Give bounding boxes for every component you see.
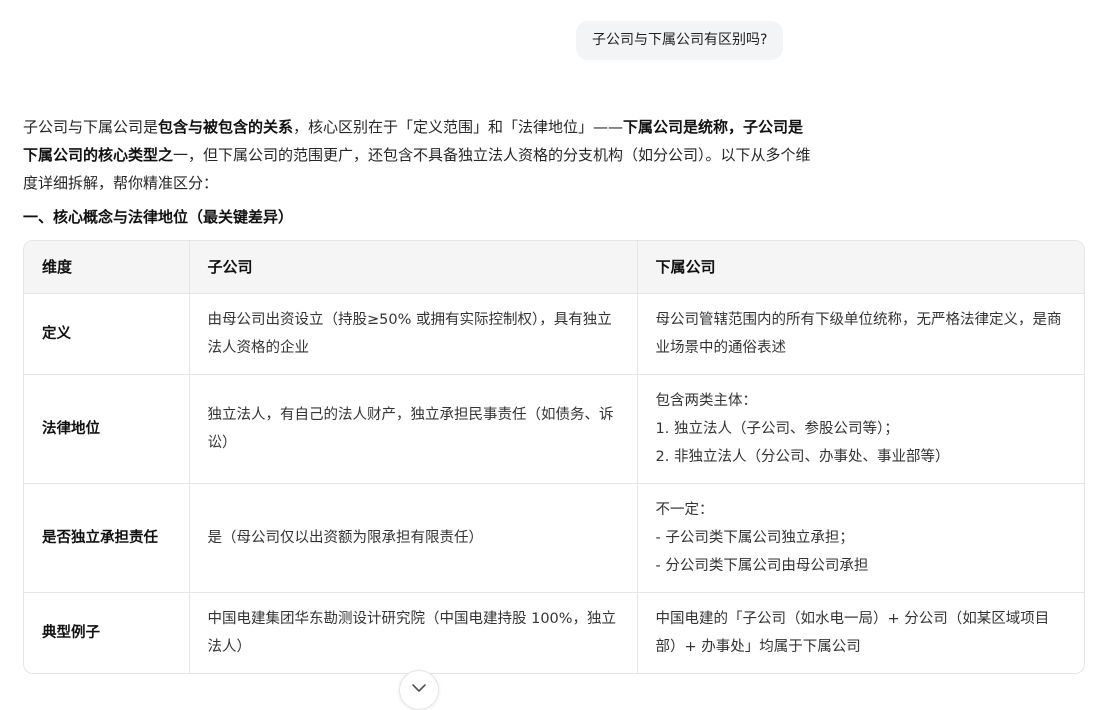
row-dimension: 法律地位 — [24, 374, 190, 484]
cell-line: 1. 独立法人（子公司、参股公司等）； — [655, 421, 899, 437]
table-row: 是否独立承担责任 是（母公司仅以出资额为限承担有限责任） 不一定： - 子公司类… — [24, 483, 1084, 593]
cell-line: 中国电建集团华东勘测设计研究院（中国电建持股 100%，独立法人） — [207, 611, 617, 655]
intro-text-2: ，核心区别在于「定义范围」和「法律地位」—— — [293, 118, 624, 136]
user-message-bubble: 子公司与下属公司有区别吗? — [576, 21, 784, 60]
cell-line: 由母公司出资设立（持股≥50% 或拥有实际控制权），具有独立法人资格的企业 — [207, 312, 612, 356]
cell-line: 包含两类主体： — [655, 393, 758, 409]
cell-line: - 分公司类下属公司由母公司承担 — [655, 558, 869, 574]
scroll-to-bottom-button[interactable] — [399, 670, 439, 710]
comparison-table: 维度 子公司 下属公司 定义 由母公司出资设立（持股≥50% 或拥有实际控制权）… — [23, 240, 1085, 674]
row-affiliate-cell: 母公司管辖范围内的所有下级单位统称，无严格法律定义，是商业场景中的通俗表述 — [637, 293, 1084, 375]
header-subsidiary: 子公司 — [189, 241, 638, 294]
table-row: 法律地位 独立法人，有自己的法人财产，独立承担民事责任（如债务、诉讼） 包含两类… — [24, 374, 1084, 484]
section-heading: 一、核心概念与法律地位（最关键差异） — [23, 208, 294, 226]
row-dimension: 典型例子 — [24, 592, 190, 673]
cell-line: 2. 非独立法人（分公司、办事处、事业部等） — [655, 449, 950, 465]
cell-line: 母公司管辖范围内的所有下级单位统称，无严格法律定义，是商业场景中的通俗表述 — [655, 312, 1062, 356]
table-row: 定义 由母公司出资设立（持股≥50% 或拥有实际控制权），具有独立法人资格的企业… — [24, 293, 1084, 375]
row-dimension: 定义 — [24, 293, 190, 375]
answer-intro: 子公司与下属公司是包含与被包含的关系，核心区别在于「定义范围」和「法律地位」——… — [23, 113, 813, 197]
table-row: 典型例子 中国电建集团华东勘测设计研究院（中国电建持股 100%，独立法人） 中… — [24, 592, 1084, 674]
cell-line: 是（母公司仅以出资额为限承担有限责任） — [207, 530, 484, 546]
cell-line: 独立法人，有自己的法人财产，独立承担民事责任（如债务、诉讼） — [207, 407, 614, 451]
row-dimension: 是否独立承担责任 — [24, 483, 190, 593]
intro-text-1: 子公司与下属公司是 — [23, 118, 159, 136]
cell-line: 中国电建的「子公司（如水电一局）+ 分公司（如某区域项目部）+ 办事处」均属于下… — [655, 611, 1050, 655]
row-subsidiary-cell: 是（母公司仅以出资额为限承担有限责任） — [189, 483, 638, 593]
header-dimension: 维度 — [24, 241, 190, 294]
user-message-text: 子公司与下属公司有区别吗? — [592, 32, 768, 48]
row-affiliate-cell: 中国电建的「子公司（如水电一局）+ 分公司（如某区域项目部）+ 办事处」均属于下… — [637, 593, 1084, 674]
row-subsidiary-cell: 独立法人，有自己的法人财产，独立承担民事责任（如债务、诉讼） — [189, 374, 638, 484]
cell-line: - 子公司类下属公司独立承担； — [655, 530, 854, 546]
intro-bold-1: 包含与被包含的关系 — [158, 118, 294, 136]
row-affiliate-cell: 不一定： - 子公司类下属公司独立承担； - 分公司类下属公司由母公司承担 — [637, 483, 1084, 593]
row-affiliate-cell: 包含两类主体： 1. 独立法人（子公司、参股公司等）； 2. 非独立法人（分公司… — [637, 374, 1084, 484]
cell-line: 不一定： — [655, 502, 714, 518]
header-affiliate: 下属公司 — [637, 241, 1084, 294]
table-header-row: 维度 子公司 下属公司 — [24, 241, 1084, 294]
row-subsidiary-cell: 中国电建集团华东勘测设计研究院（中国电建持股 100%，独立法人） — [189, 592, 638, 673]
row-subsidiary-cell: 由母公司出资设立（持股≥50% 或拥有实际控制权），具有独立法人资格的企业 — [189, 293, 638, 375]
